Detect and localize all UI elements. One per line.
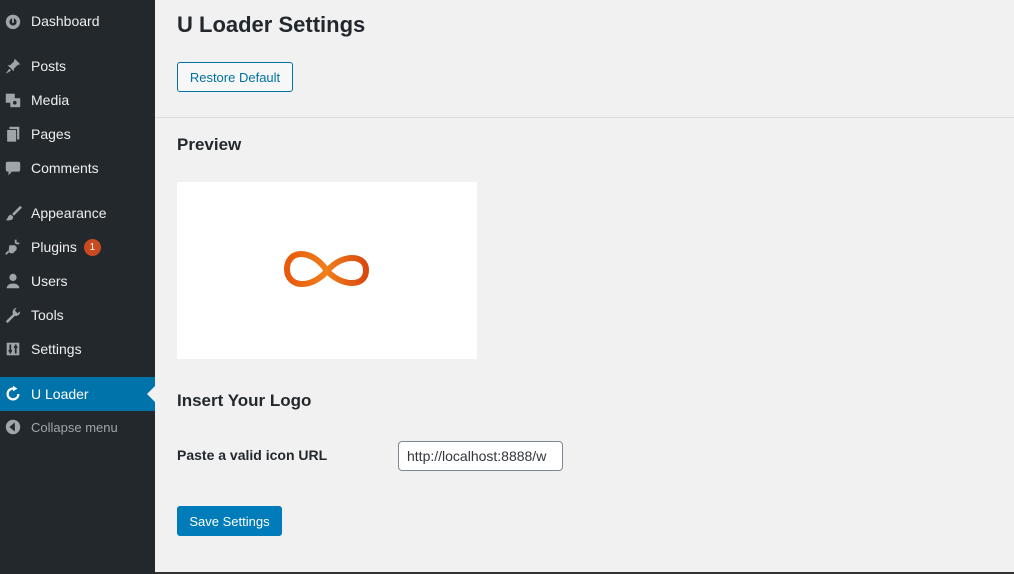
sidebar-item-tools[interactable]: Tools <box>0 298 155 332</box>
sidebar-item-appearance[interactable]: Appearance <box>0 196 155 230</box>
sliders-icon <box>3 339 23 359</box>
restore-default-button[interactable]: Restore Default <box>177 62 293 92</box>
sidebar-item-label: Pages <box>31 126 71 142</box>
infinity-loader-icon <box>284 250 370 287</box>
sidebar-item-label: Comments <box>31 160 99 176</box>
sidebar-item-label: Media <box>31 92 70 108</box>
save-settings-button[interactable]: Save Settings <box>177 506 282 536</box>
sidebar-item-label: Collapse menu <box>31 419 118 435</box>
wrench-icon <box>3 305 23 325</box>
sidebar-item-comments[interactable]: Comments <box>0 151 155 185</box>
sidebar-item-label: Posts <box>31 58 67 74</box>
insert-logo-heading: Insert Your Logo <box>177 391 312 410</box>
page-title: U Loader Settings <box>177 12 366 37</box>
plugin-icon <box>3 237 23 257</box>
admin-sidebar: Dashboard Posts Media Pages Comments App… <box>0 0 155 574</box>
collapse-menu-button[interactable]: Collapse menu <box>0 410 155 444</box>
section-divider <box>155 117 1014 118</box>
collapse-arrow-icon <box>3 417 23 437</box>
loader-preview <box>177 182 477 359</box>
sidebar-item-label: Dashboard <box>31 13 100 29</box>
sidebar-item-plugins[interactable]: Plugins 1 <box>0 230 155 264</box>
dashboard-icon <box>3 11 23 31</box>
comment-icon <box>3 158 23 178</box>
icon-url-input[interactable] <box>398 441 563 471</box>
sidebar-item-settings[interactable]: Settings <box>0 332 155 366</box>
sidebar-item-label: Tools <box>31 307 64 323</box>
preview-heading: Preview <box>177 135 242 154</box>
reload-icon <box>3 384 23 404</box>
brush-icon <box>3 203 23 223</box>
pages-icon <box>3 124 23 144</box>
sidebar-item-label: Appearance <box>31 205 107 221</box>
sidebar-item-label: Settings <box>31 341 82 357</box>
sidebar-item-label: Plugins <box>31 239 77 255</box>
icon-url-label: Paste a valid icon URL <box>177 447 328 463</box>
sidebar-item-posts[interactable]: Posts <box>0 49 155 83</box>
sidebar-item-media[interactable]: Media <box>0 83 155 117</box>
sidebar-item-label: Users <box>31 273 68 289</box>
update-count-badge: 1 <box>83 238 101 256</box>
media-icon <box>3 90 23 110</box>
main-content: U Loader Settings Restore Default Previe… <box>155 0 1014 574</box>
pin-icon <box>3 56 23 76</box>
sidebar-item-dashboard[interactable]: Dashboard <box>0 4 155 38</box>
user-icon <box>3 271 23 291</box>
sidebar-item-u-loader[interactable]: U Loader <box>0 377 155 411</box>
sidebar-item-label: U Loader <box>31 386 89 402</box>
sidebar-item-users[interactable]: Users <box>0 264 155 298</box>
sidebar-item-pages[interactable]: Pages <box>0 117 155 151</box>
